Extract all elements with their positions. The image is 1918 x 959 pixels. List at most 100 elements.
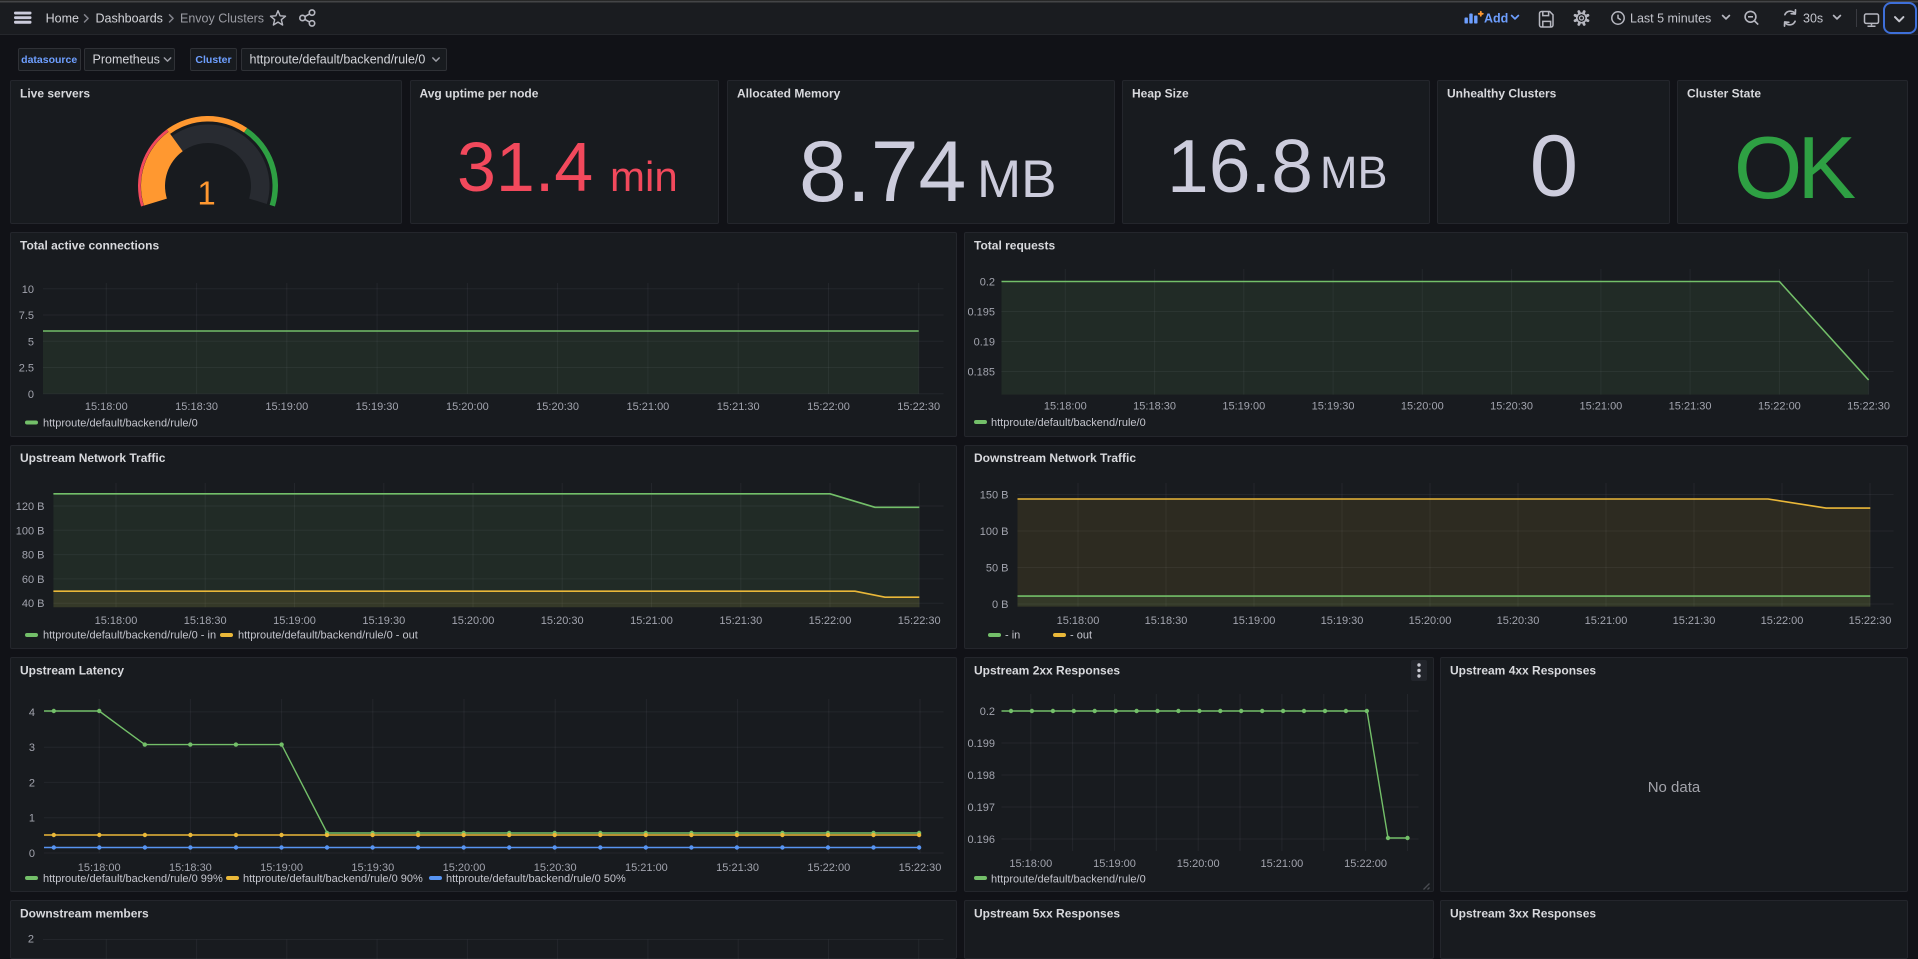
svg-text:Unhealthy Clusters: Unhealthy Clusters [1447, 87, 1557, 101]
svg-text:15:21:30: 15:21:30 [1673, 615, 1716, 627]
svg-text:0.195: 0.195 [967, 307, 995, 319]
svg-text:httproute/default/backend/rule: httproute/default/backend/rule/0 [991, 417, 1146, 429]
svg-text:15:20:00: 15:20:00 [452, 615, 495, 627]
svg-text:15:22:00: 15:22:00 [1761, 615, 1804, 627]
svg-text:15:18:00: 15:18:00 [1057, 615, 1100, 627]
svg-text:100 B: 100 B [980, 526, 1009, 538]
svg-text:15:22:00: 15:22:00 [1344, 858, 1387, 870]
svg-text:15:20:00: 15:20:00 [1177, 858, 1220, 870]
svg-text:Cluster: Cluster [195, 54, 231, 66]
svg-text:15:19:30: 15:19:30 [362, 615, 405, 627]
svg-text:2: 2 [29, 777, 35, 789]
svg-text:OK: OK [1734, 118, 1855, 217]
svg-text:15:22:00: 15:22:00 [809, 615, 852, 627]
svg-text:15:22:30: 15:22:30 [898, 615, 941, 627]
svg-text:Avg uptime per node: Avg uptime per node [420, 87, 539, 101]
svg-text:min: min [610, 153, 678, 200]
svg-text:0: 0 [1530, 118, 1578, 215]
svg-text:Heap Size: Heap Size [1132, 87, 1189, 101]
svg-text:2.5: 2.5 [19, 363, 34, 375]
svg-text:httproute/default/backend/rule: httproute/default/backend/rule/0 [43, 418, 198, 430]
svg-text:15:20:30: 15:20:30 [1497, 615, 1540, 627]
svg-text:Last 5 minutes: Last 5 minutes [1630, 11, 1711, 25]
svg-text:15:19:00: 15:19:00 [265, 401, 308, 413]
svg-text:8.74: 8.74 [799, 124, 966, 220]
svg-text:31.4: 31.4 [457, 128, 593, 206]
svg-text:10: 10 [22, 284, 34, 296]
svg-text:Downstream members: Downstream members [20, 907, 149, 921]
svg-text:Allocated Memory: Allocated Memory [737, 87, 841, 101]
svg-text:15:22:00: 15:22:00 [807, 862, 850, 874]
svg-text:100 B: 100 B [16, 525, 45, 537]
svg-text:httproute/default/backend/rule: httproute/default/backend/rule/0 50% [446, 873, 626, 885]
svg-text:15:18:30: 15:18:30 [175, 401, 218, 413]
svg-text:Upstream 2xx Responses: Upstream 2xx Responses [974, 664, 1120, 678]
svg-text:15:21:00: 15:21:00 [630, 615, 673, 627]
svg-text:15:20:00: 15:20:00 [1409, 615, 1452, 627]
svg-text:httproute/default/backend/rule: httproute/default/backend/rule/0 90% [243, 873, 423, 885]
svg-text:15:20:30: 15:20:30 [541, 615, 584, 627]
svg-text:15:18:00: 15:18:00 [1009, 858, 1052, 870]
svg-text:0.19: 0.19 [974, 337, 995, 349]
svg-text:httproute/default/backend/rule: httproute/default/backend/rule/0 - in [43, 630, 216, 642]
svg-text:No data: No data [1648, 779, 1701, 796]
svg-text:Upstream 3xx Responses: Upstream 3xx Responses [1450, 907, 1596, 921]
svg-text:15:22:30: 15:22:30 [897, 401, 940, 413]
svg-text:15:18:00: 15:18:00 [1044, 401, 1087, 413]
svg-text:Prometheus: Prometheus [93, 53, 160, 67]
svg-text:0: 0 [29, 848, 35, 860]
svg-text:15:20:00: 15:20:00 [1401, 401, 1444, 413]
svg-text:50 B: 50 B [986, 563, 1009, 575]
svg-text:4: 4 [29, 707, 35, 719]
svg-text:15:22:00: 15:22:00 [807, 401, 850, 413]
svg-text:15:21:00: 15:21:00 [1260, 858, 1303, 870]
svg-text:Total requests: Total requests [974, 239, 1055, 253]
svg-text:15:19:00: 15:19:00 [273, 615, 316, 627]
svg-text:httproute/default/backend/rule: httproute/default/backend/rule/0 [991, 874, 1146, 886]
svg-text:Home: Home [46, 11, 79, 25]
svg-text:Envoy Clusters: Envoy Clusters [180, 11, 264, 25]
svg-text:Downstream Network Traffic: Downstream Network Traffic [974, 451, 1136, 465]
svg-text:1: 1 [29, 813, 35, 825]
svg-text:16.8: 16.8 [1167, 124, 1313, 208]
svg-text:0.199: 0.199 [967, 738, 995, 750]
svg-text:15:18:30: 15:18:30 [1133, 401, 1176, 413]
svg-text:2: 2 [28, 934, 34, 946]
svg-text:0.196: 0.196 [967, 834, 995, 846]
svg-text:15:21:30: 15:21:30 [717, 401, 760, 413]
svg-text:7.5: 7.5 [19, 310, 34, 322]
svg-text:httproute/default/backend/rule: httproute/default/backend/rule/0 99% [43, 873, 223, 885]
svg-text:15:20:00: 15:20:00 [446, 401, 489, 413]
svg-text:httproute/default/backend/rule: httproute/default/backend/rule/0 [250, 53, 426, 67]
svg-text:15:21:00: 15:21:00 [1579, 401, 1622, 413]
svg-text:Cluster State: Cluster State [1687, 87, 1761, 101]
svg-text:Upstream Network Traffic: Upstream Network Traffic [20, 451, 166, 465]
svg-text:15:18:00: 15:18:00 [95, 615, 138, 627]
svg-text:- in: - in [1005, 630, 1020, 642]
svg-text:0.2: 0.2 [980, 706, 995, 718]
svg-text:httproute/default/backend/rule: httproute/default/backend/rule/0 - out [238, 630, 418, 642]
svg-text:- out: - out [1070, 630, 1092, 642]
svg-text:40 B: 40 B [22, 598, 45, 610]
svg-text:0: 0 [28, 389, 34, 401]
svg-text:Upstream 4xx Responses: Upstream 4xx Responses [1450, 664, 1596, 678]
svg-text:15:21:30: 15:21:30 [716, 862, 759, 874]
svg-text:15:18:00: 15:18:00 [85, 401, 128, 413]
svg-text:15:22:00: 15:22:00 [1758, 401, 1801, 413]
svg-text:0.2: 0.2 [980, 277, 995, 289]
svg-text:15:22:30: 15:22:30 [899, 862, 942, 874]
svg-text:0.198: 0.198 [967, 770, 995, 782]
svg-text:Dashboards: Dashboards [96, 11, 163, 25]
svg-text:15:19:00: 15:19:00 [1093, 858, 1136, 870]
svg-text:Add: Add [1484, 11, 1508, 25]
svg-text:15:21:00: 15:21:00 [1585, 615, 1628, 627]
svg-text:30s: 30s [1803, 11, 1823, 25]
svg-text:15:20:30: 15:20:30 [1490, 401, 1533, 413]
svg-text:Upstream 5xx Responses: Upstream 5xx Responses [974, 907, 1120, 921]
svg-text:15:18:30: 15:18:30 [1145, 615, 1188, 627]
svg-text:15:19:00: 15:19:00 [1222, 401, 1265, 413]
svg-text:0 B: 0 B [992, 599, 1009, 611]
svg-text:15:22:30: 15:22:30 [1847, 401, 1890, 413]
svg-text:MB: MB [977, 150, 1057, 209]
svg-text:Total active connections: Total active connections [20, 239, 159, 253]
